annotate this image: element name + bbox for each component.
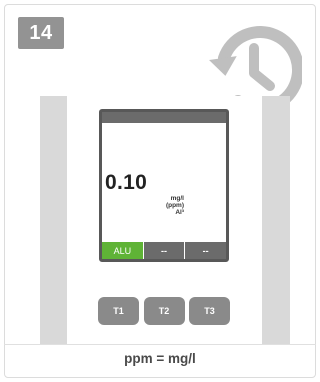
step-number-badge: 14 <box>18 17 64 49</box>
display-tab-3[interactable]: -- <box>184 242 226 259</box>
caption-divider <box>4 344 316 345</box>
display-tab-bar: ALU -- -- <box>102 242 226 259</box>
t1-button[interactable]: T1 <box>98 297 139 325</box>
photometer-device: 0.10 mg/l (ppm) Al³ ALU -- -- T1 T2 T3 <box>67 96 262 344</box>
t2-button[interactable]: T2 <box>143 297 185 325</box>
reading-value: 0.10 <box>105 171 148 194</box>
device-display: 0.10 mg/l (ppm) Al³ ALU -- -- <box>99 109 229 262</box>
display-tab-alu[interactable]: ALU <box>102 242 143 259</box>
t3-button[interactable]: T3 <box>189 297 230 325</box>
reading-unit-mgl: mg/l <box>170 195 184 202</box>
display-tab-2[interactable]: -- <box>142 242 185 259</box>
device-left-rail <box>40 96 67 344</box>
device-button-row: T1 T2 T3 <box>98 297 230 325</box>
reading-unit-ppm: (ppm) <box>165 202 184 209</box>
caption-text: ppm = mg/l <box>124 351 196 366</box>
reading-unit-parameter: Al³ <box>175 209 184 216</box>
display-header-bar <box>102 112 226 123</box>
device-right-rail <box>262 96 290 344</box>
